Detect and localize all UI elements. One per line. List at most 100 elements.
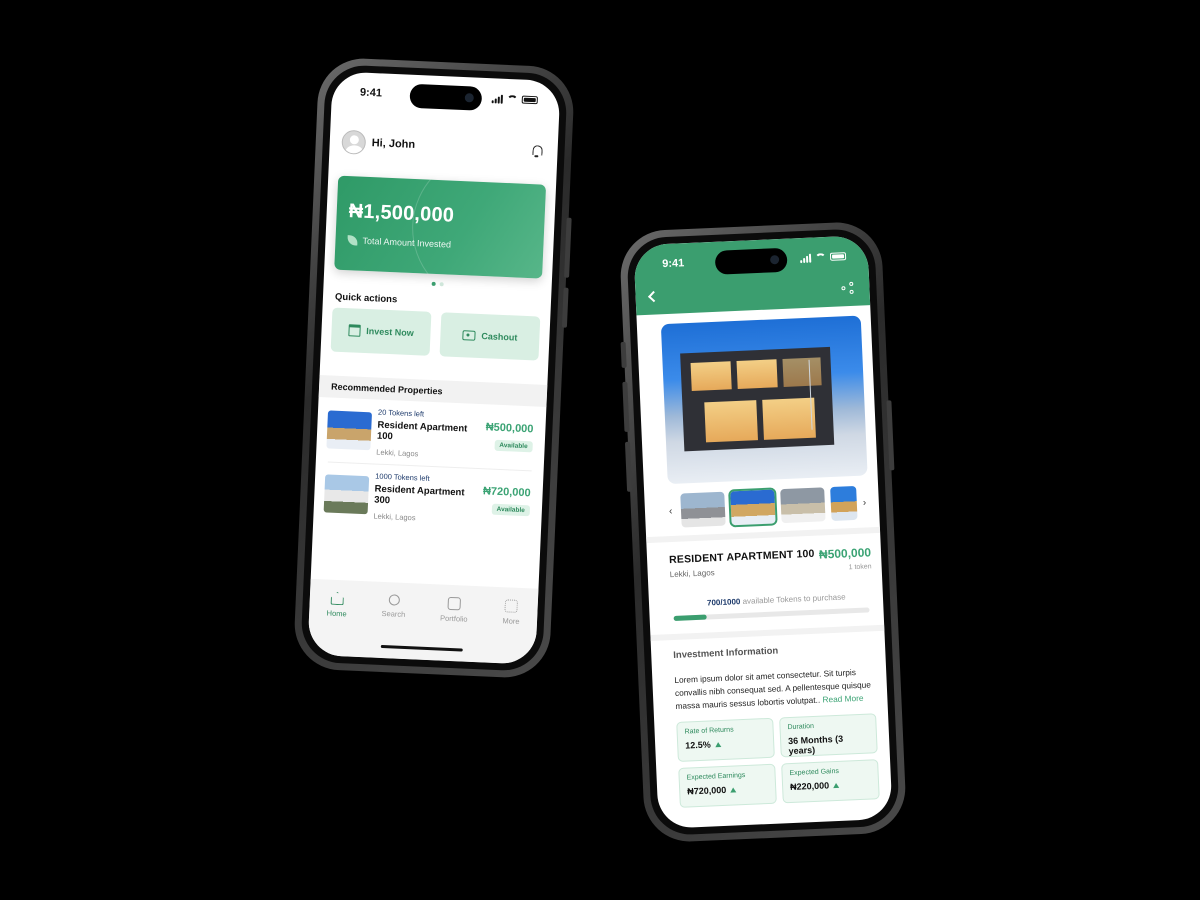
tab-bar: Home Search Portfolio More — [307, 578, 539, 665]
status-time: 9:41 — [661, 257, 685, 271]
property-thumbnail — [326, 410, 373, 451]
property-info: 1000 Tokens left Resident Apartment 300 … — [373, 471, 477, 524]
volume-down-button — [624, 441, 633, 492]
tree-illustration — [808, 358, 852, 430]
status-time: 9:41 — [359, 86, 383, 100]
home-header: Hi, John — [341, 129, 544, 163]
share-icon[interactable] — [841, 281, 854, 295]
balance-label: Total Amount Invested — [347, 235, 531, 253]
cashout-button[interactable]: Cashout — [439, 312, 541, 361]
stat-label: Duration — [787, 722, 815, 732]
property-thumbnail — [323, 474, 370, 515]
portfolio-icon — [447, 596, 462, 611]
stat-expected-earnings: Expected Earnings ₦720,000 — [678, 763, 777, 808]
stat-label: Expected Earnings — [686, 772, 746, 782]
stat-value: ₦220,000 — [789, 780, 830, 793]
status-bar: 9:41 — [331, 71, 561, 121]
tokens-available-text: available Tokens to purchase — [742, 592, 846, 606]
mute-button — [620, 341, 627, 369]
list-item[interactable]: 1000 Tokens left Resident Apartment 300 … — [323, 465, 531, 530]
chevron-right-icon[interactable]: › — [863, 497, 869, 508]
greeting-text: Hi, John — [371, 137, 416, 151]
phone-bezel: 9:41 Hi, John ₦1,500,000 Total Amount In… — [300, 64, 568, 672]
status-bar: 9:41 — [633, 235, 869, 285]
power-button — [886, 400, 895, 471]
property-title-block: RESIDENT APARTMENT 100 Lekki, Lagos ₦500… — [669, 545, 872, 579]
home-icon — [331, 592, 345, 606]
back-arrow-icon[interactable] — [647, 290, 660, 303]
carousel-dots[interactable] — [324, 277, 552, 291]
property-location: Lekki, Lagos — [669, 568, 715, 580]
balance-amount: ₦1,500,000 — [348, 200, 455, 227]
property-price: ₦500,000 — [485, 421, 534, 436]
stat-duration: Duration 36 Months (3 years) — [779, 713, 878, 758]
volume-button — [561, 287, 569, 328]
read-more-link[interactable]: Read More — [822, 693, 863, 705]
trend-up-icon — [833, 782, 840, 788]
cash-icon — [462, 330, 476, 341]
investment-stats: Rate of Returns 12.5% Duration 36 Months… — [676, 713, 880, 808]
avatar[interactable] — [341, 129, 367, 155]
detail-screen: 9:41 ‹ › RESIDENT APARTMENT 100 Lekki, L… — [633, 235, 893, 829]
property-location: Lekki, Lagos — [373, 511, 416, 522]
search-icon — [388, 594, 400, 606]
property-name: Resident Apartment 300 — [373, 483, 465, 506]
gallery-thumbnail[interactable] — [728, 487, 778, 528]
gallery-thumbnail[interactable] — [779, 487, 826, 524]
stat-value-row: ₦720,000 — [687, 783, 768, 797]
tab-home[interactable]: Home — [325, 592, 348, 657]
phone-detail-screen: 9:41 ‹ › RESIDENT APARTMENT 100 Lekki, L… — [618, 220, 908, 844]
property-info: 20 Tokens left Resident Apartment 100 Le… — [376, 407, 480, 460]
stat-value-row: ₦220,000 — [789, 779, 871, 793]
chevron-left-icon[interactable]: ‹ — [669, 505, 675, 516]
status-badge: Available — [491, 503, 531, 517]
battery-icon — [521, 95, 538, 105]
status-icons — [800, 252, 847, 263]
stat-value: 36 Months (3 years) — [787, 733, 844, 757]
battery-icon — [829, 252, 847, 261]
grid-icon — [504, 599, 519, 613]
stat-value-row: 36 Months (3 years) — [787, 733, 870, 757]
gallery-thumbnail[interactable] — [680, 491, 726, 528]
invest-now-button[interactable]: Invest Now — [330, 307, 432, 356]
stat-expected-gains: Expected Gains ₦220,000 — [781, 759, 880, 804]
description-text: Lorem ipsum dolor sit amet consectetur. … — [674, 667, 872, 711]
balance-label-text: Total Amount Invested — [362, 235, 452, 250]
stat-rate-of-returns: Rate of Returns 12.5% — [676, 717, 775, 762]
gallery-thumbnail[interactable] — [829, 485, 858, 522]
wifi-icon — [814, 252, 827, 262]
tab-search[interactable]: Search — [380, 594, 407, 659]
quick-actions: Invest Now Cashout — [330, 307, 541, 361]
trend-up-icon — [714, 741, 721, 747]
tab-more[interactable]: More — [501, 599, 521, 664]
stat-value: ₦720,000 — [687, 784, 727, 797]
tokens-left: 1000 Tokens left — [375, 471, 430, 483]
tab-more-label: More — [502, 616, 520, 626]
property-location: Lekki, Lagos — [376, 447, 419, 458]
property-name: Resident Apartment 100 — [376, 419, 468, 442]
signal-icon — [491, 94, 504, 104]
tokens-available: 700/1000 available Tokens to purchase — [707, 592, 846, 607]
home-screen: 9:41 Hi, John ₦1,500,000 Total Amount In… — [307, 71, 561, 665]
status-badge: Available — [494, 439, 533, 453]
stat-value-row: 12.5% — [685, 737, 766, 751]
balance-card[interactable]: ₦1,500,000 Total Amount Invested — [334, 175, 547, 279]
bell-icon[interactable] — [531, 144, 544, 158]
investment-title: Investment Information — [673, 645, 779, 662]
greeting: Hi, John — [341, 129, 416, 157]
list-item[interactable]: 20 Tokens left Resident Apartment 100 Le… — [326, 401, 534, 466]
trend-up-icon — [730, 786, 737, 793]
stat-label: Expected Gains — [789, 767, 840, 778]
status-icons — [491, 94, 538, 105]
property-price: ₦500,000 — [818, 545, 872, 562]
tab-portfolio[interactable]: Portfolio — [438, 596, 468, 662]
power-button — [564, 217, 572, 278]
property-name-block: RESIDENT APARTMENT 100 Lekki, Lagos — [669, 548, 816, 579]
divider — [650, 624, 885, 642]
property-title: RESIDENT APARTMENT 100 — [668, 547, 815, 567]
signal-icon — [800, 253, 812, 263]
building-icon — [348, 324, 361, 337]
property-price-block: ₦720,000 Available — [482, 485, 531, 517]
invest-now-label: Invest Now — [366, 326, 414, 339]
tokens-progress-fill — [673, 614, 708, 621]
